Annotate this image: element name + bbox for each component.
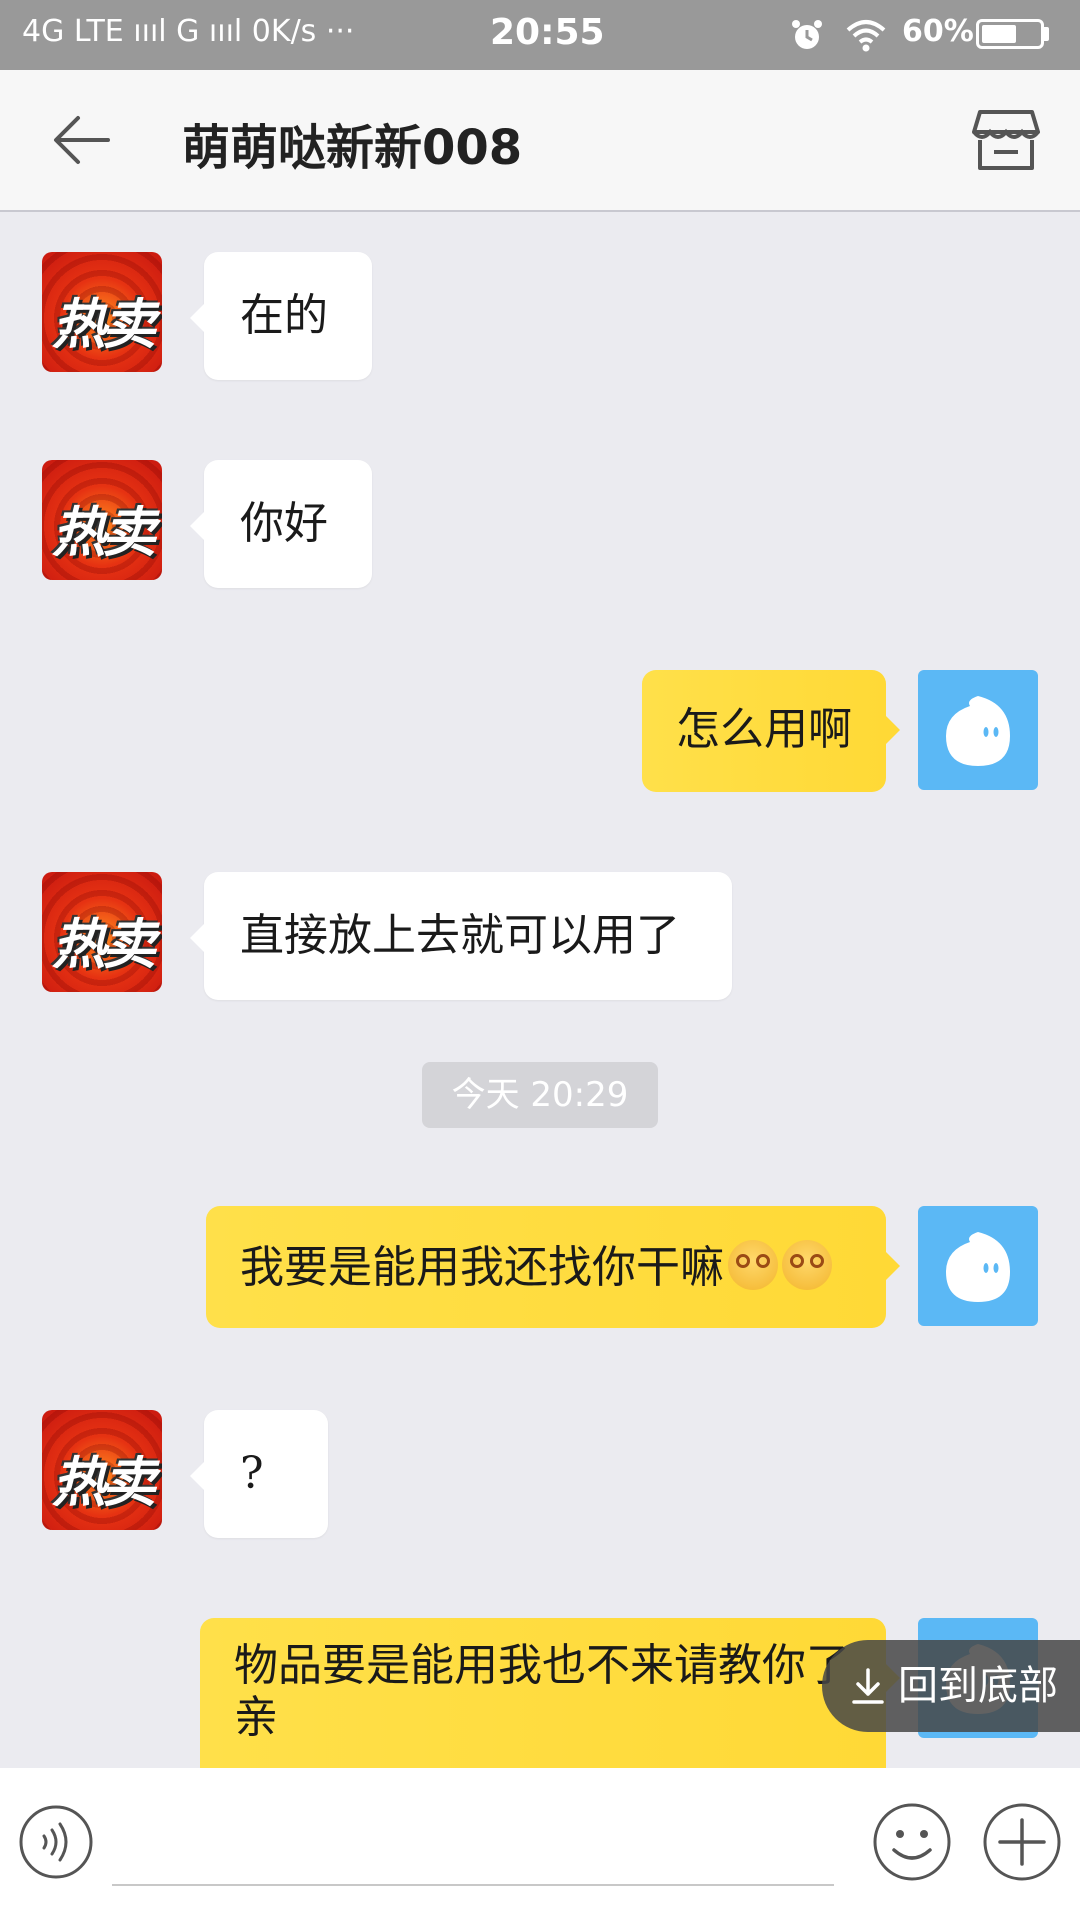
more-options-plus-icon[interactable] <box>982 1802 1062 1882</box>
alarm-icon <box>792 20 822 49</box>
user-avatar[interactable] <box>918 1206 1038 1326</box>
message-bubble-right[interactable]: 物品要是能用我也不来请教你了亲 <box>200 1618 900 1768</box>
scroll-to-bottom-button[interactable]: 回到底部 <box>822 1640 1080 1732</box>
shop-icon[interactable] <box>972 108 1040 172</box>
seller-avatar[interactable]: 热卖 <box>42 252 162 372</box>
dizzy-face-emoji-icon <box>728 1240 778 1290</box>
dizzy-face-emoji-icon <box>782 1240 832 1290</box>
user-avatar-icon <box>946 696 1010 766</box>
message-bubble-left[interactable]: 你好 <box>190 460 372 588</box>
timestamp-divider: 今天 20:29 <box>422 1062 658 1128</box>
clock: 20:55 <box>490 12 605 53</box>
message-bubble-right[interactable]: 怎么用啊 <box>642 670 900 792</box>
battery-tip <box>1044 27 1049 41</box>
battery-icon <box>976 19 1044 49</box>
seller-avatar[interactable]: 热卖 <box>42 872 162 992</box>
chat-header: 萌萌哒新新008 <box>0 70 1080 212</box>
battery-percent: 60% <box>902 14 974 49</box>
chat-title: 萌萌哒新新008 <box>182 120 523 176</box>
scroll-to-bottom-label: 回到底部 <box>898 1663 1058 1709</box>
chat-message-list[interactable]: 热卖 在的 热卖 你好 怎么用啊 热卖 直接放上去就可以用了 今天 20:29 … <box>0 212 1080 1768</box>
message-bubble-right[interactable]: 我要是能用我还找你干嘛 <box>206 1206 900 1328</box>
seller-avatar[interactable]: 热卖 <box>42 1410 162 1530</box>
message-bubble-left[interactable]: 在的 <box>190 252 372 380</box>
message-bubble-left[interactable]: ? <box>190 1410 328 1538</box>
emoji-picker-icon[interactable] <box>872 1802 952 1882</box>
voice-input-icon[interactable] <box>18 1804 94 1880</box>
arrow-down-to-line-icon <box>852 1668 884 1704</box>
status-bar: 4G LTE ıııl G ıııl 0K/s ··· 20:55 60% <box>0 0 1080 70</box>
message-bubble-left[interactable]: 直接放上去就可以用了 <box>190 872 732 1000</box>
seller-avatar[interactable]: 热卖 <box>42 460 162 580</box>
message-input[interactable] <box>112 1808 834 1886</box>
message-text: 我要是能用我还找你干嘛 <box>240 1242 724 1293</box>
network-status: 4G LTE ıııl G ıııl 0K/s ··· <box>22 14 355 49</box>
user-avatar[interactable] <box>918 670 1038 790</box>
user-avatar-icon <box>946 1232 1010 1302</box>
wifi-icon <box>846 20 886 52</box>
back-arrow-icon[interactable] <box>52 114 112 166</box>
input-bar <box>0 1768 1080 1920</box>
